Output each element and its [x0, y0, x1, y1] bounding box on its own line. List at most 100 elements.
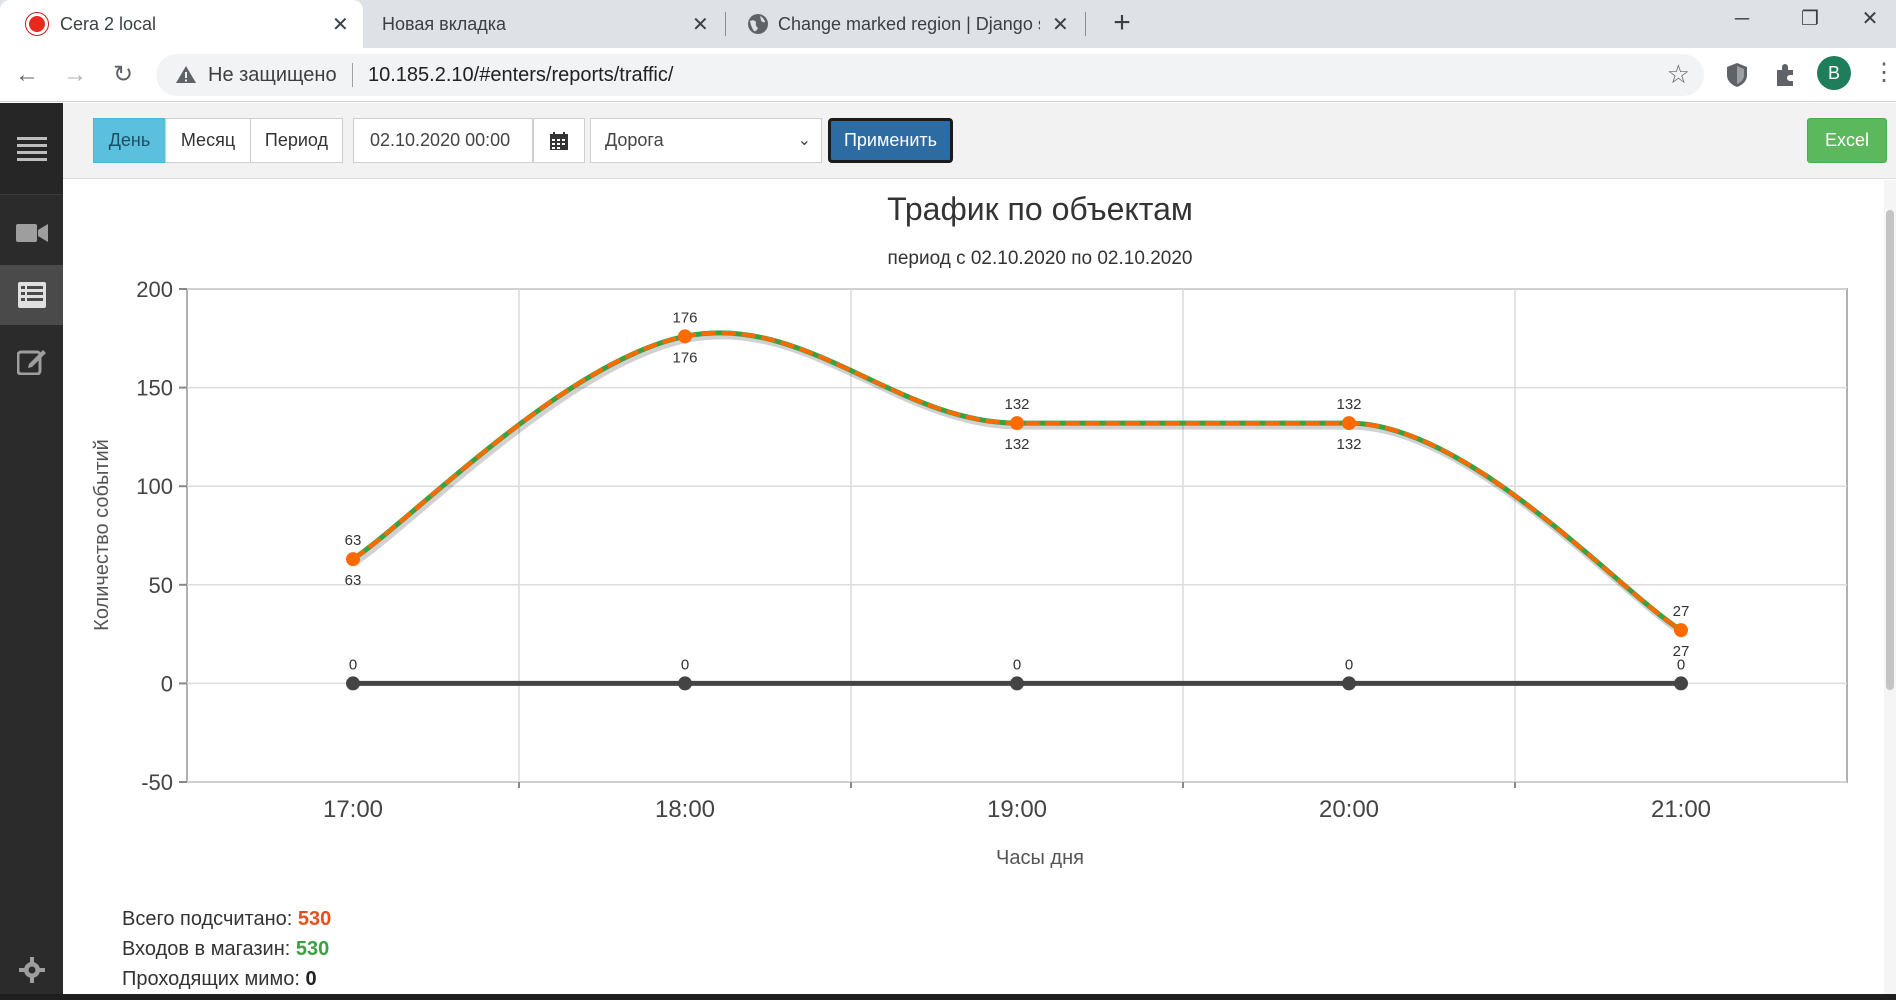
x-tick-label: 20:00: [1319, 796, 1379, 823]
x-axis-label: Часы дня: [996, 847, 1084, 869]
data-label: 63: [345, 532, 362, 549]
cera-favicon-icon: [26, 13, 48, 35]
restore-icon[interactable]: ❐: [1776, 0, 1844, 40]
data-label: 132: [1336, 436, 1361, 453]
data-label: 176: [672, 349, 697, 366]
y-tick-label: -50: [141, 770, 173, 795]
object-select[interactable]: Дорога ⌄: [590, 118, 822, 163]
traffic-chart: Трафик по объектам период с 02.10.2020 п…: [91, 191, 1848, 869]
y-tick-label: 0: [161, 671, 173, 696]
chart-title: Трафик по объектам: [887, 191, 1193, 227]
browser-toolbar: ← → ↻ Не защищено 10.185.2.10/#enters/re…: [0, 48, 1896, 102]
browser-tab-cera[interactable]: Cera 2 local ✕: [0, 0, 363, 48]
summary-total-row: Всего подсчитано: 530: [122, 904, 331, 934]
close-tab-icon[interactable]: ✕: [1052, 12, 1069, 37]
chart-subtitle: период с 02.10.2020 по 02.10.2020: [888, 248, 1193, 269]
close-tab-icon[interactable]: ✕: [692, 12, 709, 37]
data-point[interactable]: [346, 676, 360, 691]
data-point[interactable]: [1010, 676, 1024, 691]
close-tab-icon[interactable]: ✕: [332, 12, 349, 37]
data-point[interactable]: [1342, 416, 1356, 431]
summary-total-label: Всего подсчитано:: [122, 908, 293, 930]
tab-title: Change marked region | Django s: [778, 13, 1040, 34]
puzzle-extensions-icon[interactable]: [1770, 60, 1800, 90]
apply-button[interactable]: Применить: [828, 118, 953, 163]
browser-tab-bar: Cera 2 local ✕ Новая вкладка ✕ Change ma…: [0, 0, 1896, 48]
y-tick-label: 200: [136, 277, 173, 302]
traffic-summary: Всего подсчитано: 530 Входов в магазин: …: [122, 904, 331, 994]
browser-tab-new[interactable]: Новая вкладка ✕: [366, 0, 722, 48]
reload-icon[interactable]: ↻: [104, 56, 142, 94]
data-label: 132: [1336, 396, 1361, 413]
bookmark-star-icon[interactable]: ☆: [1667, 59, 1690, 90]
data-point[interactable]: [1674, 676, 1688, 691]
minimize-icon[interactable]: ─: [1708, 0, 1776, 40]
data-point[interactable]: [346, 552, 360, 567]
date-input[interactable]: 02.10.2020 00:00: [353, 118, 533, 163]
warning-triangle-icon[interactable]: [174, 63, 198, 87]
tab-title: Cera 2 local: [60, 13, 157, 34]
browser-menu-icon[interactable]: ⋮: [1872, 58, 1896, 87]
data-point[interactable]: [1342, 676, 1356, 691]
security-status[interactable]: Не защищено: [208, 64, 337, 87]
x-tick-label: 21:00: [1651, 796, 1711, 823]
calendar-icon[interactable]: [533, 118, 585, 163]
browser-tab-django[interactable]: Change marked region | Django s ✕: [728, 0, 1082, 48]
back-arrow-icon[interactable]: ←: [8, 56, 46, 94]
page-scrollbar[interactable]: [1884, 180, 1896, 1000]
data-label: 132: [1004, 396, 1029, 413]
data-label: 63: [345, 572, 362, 589]
y-axis-label: Количество событий: [91, 439, 113, 631]
omnibox-separator: [352, 63, 353, 87]
summary-pass-value: 0: [305, 968, 317, 990]
y-tick-label: 100: [136, 474, 173, 499]
tab-title: Новая вкладка: [382, 13, 507, 34]
excel-export-button[interactable]: Excel: [1807, 118, 1887, 163]
scrollbar-thumb[interactable]: [1886, 210, 1894, 690]
object-select-value: Дорога: [605, 130, 664, 150]
url-text[interactable]: 10.185.2.10/#enters/reports/traffic/: [368, 64, 673, 87]
settings-gear-icon[interactable]: [0, 940, 63, 1000]
summary-in-row: Входов в магазин: 530: [122, 934, 331, 964]
close-window-icon[interactable]: ✕: [1844, 0, 1896, 40]
period-day-button[interactable]: День: [93, 118, 166, 163]
summary-total-value: 530: [297, 908, 332, 930]
plot-area: [186, 288, 1848, 783]
summary-in-label: Входов в магазин:: [122, 938, 291, 960]
summary-pass-row: Проходящих мимо: 0: [122, 964, 331, 994]
tab-separator: [725, 12, 726, 36]
data-point[interactable]: [1010, 416, 1024, 431]
data-label: 0: [681, 656, 689, 673]
x-axis-ticks: 17:00 18:00 19:00 20:00 21:00: [323, 782, 1711, 823]
data-point[interactable]: [678, 676, 692, 691]
summary-pass-label: Проходящих мимо:: [122, 968, 300, 990]
data-label: 132: [1004, 436, 1029, 453]
profile-avatar[interactable]: B: [1817, 56, 1851, 90]
globe-icon: [748, 14, 768, 34]
data-label: 0: [349, 656, 357, 673]
data-label: 0: [1345, 656, 1353, 673]
summary-in-value: 530: [295, 938, 330, 960]
data-point[interactable]: [1674, 623, 1688, 638]
y-tick-label: 150: [136, 376, 173, 401]
video-camera-icon[interactable]: [0, 203, 63, 263]
data-label: 0: [1677, 656, 1685, 673]
period-range-button[interactable]: Период: [250, 118, 343, 163]
x-tick-label: 19:00: [987, 796, 1047, 823]
period-month-button[interactable]: Месяц: [165, 118, 251, 163]
shield-extension-icon[interactable]: [1722, 60, 1752, 90]
data-label: 27: [1673, 603, 1690, 620]
edit-icon[interactable]: [0, 331, 63, 391]
hamburger-menu-icon[interactable]: [0, 103, 63, 195]
report-controls-bar: День Месяц Период 02.10.2020 00:00 Дорог…: [63, 103, 1896, 179]
x-tick-label: 17:00: [323, 796, 383, 823]
data-label: 176: [672, 309, 697, 326]
app-sidebar: [0, 103, 63, 1000]
forward-arrow-icon[interactable]: →: [56, 56, 94, 94]
x-tick-label: 18:00: [655, 796, 715, 823]
reports-list-icon[interactable]: [0, 265, 63, 325]
address-bar[interactable]: Не защищено 10.185.2.10/#enters/reports/…: [156, 54, 1704, 96]
new-tab-button[interactable]: +: [1104, 6, 1140, 42]
y-tick-label: 50: [149, 573, 173, 598]
data-point[interactable]: [678, 329, 692, 344]
